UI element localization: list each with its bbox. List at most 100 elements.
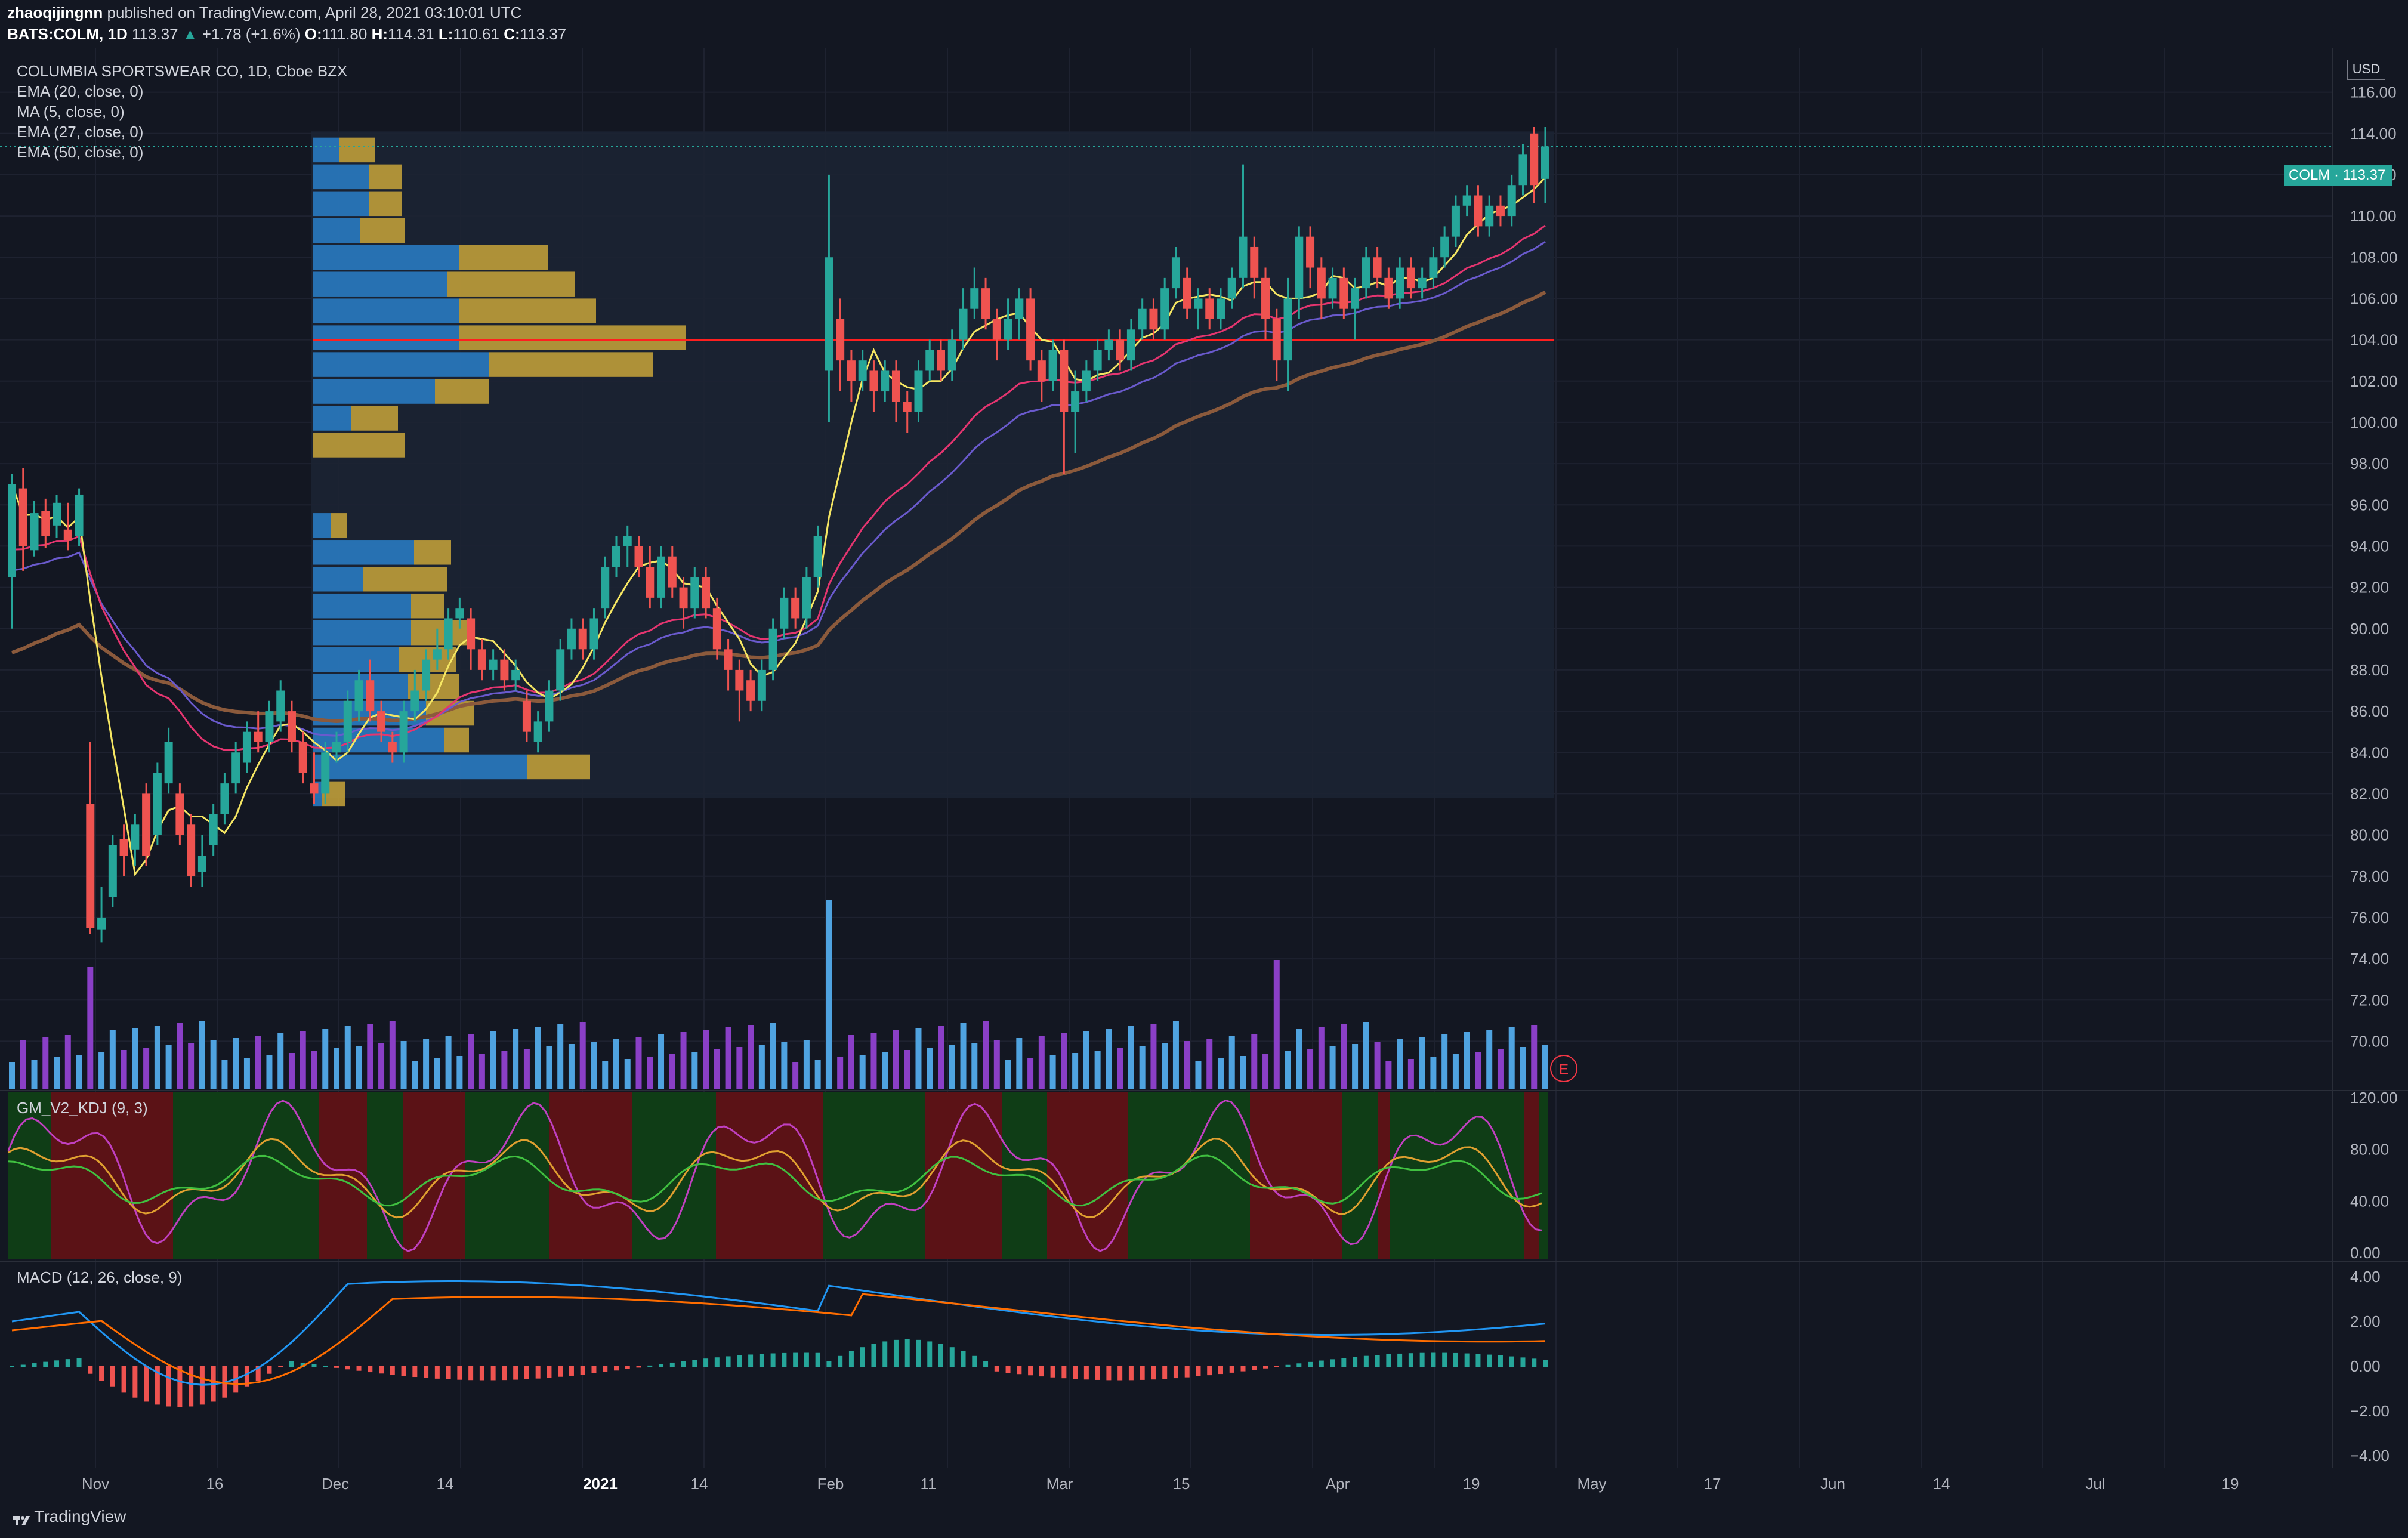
volume-bar: [602, 1061, 609, 1089]
volume-bar: [1486, 1030, 1493, 1089]
candle-body: [97, 917, 106, 930]
price-axis-label: 106.00: [2350, 289, 2398, 307]
macd-bar: [904, 1339, 910, 1367]
volume-bar: [1162, 1043, 1168, 1089]
price-axis-label: 104.00: [2350, 331, 2398, 349]
candle-body: [690, 577, 699, 609]
volume-bar: [9, 1062, 15, 1089]
volume-bar: [748, 1025, 754, 1089]
macd-axis-label: −4.00: [2350, 1447, 2390, 1465]
volume-profile-buy-bar: [313, 540, 414, 565]
macd-label[interactable]: MACD (12, 26, close, 9): [17, 1268, 182, 1287]
macd-bar: [972, 1355, 977, 1367]
candle-body: [63, 529, 72, 541]
legend-ema20[interactable]: EMA (20, close, 0): [17, 82, 143, 101]
legend-ma5[interactable]: MA (5, close, 0): [17, 103, 125, 121]
macd-bar: [535, 1366, 541, 1379]
candle-body: [1138, 308, 1147, 330]
macd-bar: [457, 1366, 462, 1380]
candle-body: [1104, 339, 1113, 350]
macd-bar: [1162, 1366, 1168, 1379]
currency-badge[interactable]: USD: [2347, 60, 2385, 80]
volume-bar: [367, 1024, 373, 1089]
chart-area[interactable]: 116.00 114.00 11 2.00 110.00 108.00 106.00 104.…: [0, 48, 2408, 1509]
macd-bar: [1353, 1357, 1358, 1367]
macd-bar: [1140, 1366, 1145, 1380]
macd-bar: [132, 1366, 138, 1398]
legend-title: COLUMBIA SPORTSWEAR CO, 1D, Cboe BZX: [17, 62, 348, 80]
macd-bar: [726, 1356, 731, 1367]
candle-body: [1239, 236, 1248, 278]
candle-body: [1037, 360, 1046, 381]
macd-bar: [1229, 1366, 1234, 1373]
candle-body: [332, 742, 341, 753]
candle-body: [589, 618, 598, 650]
volume-bar: [1083, 1031, 1089, 1089]
published-text: published on TradingView.com, April 28, …: [107, 4, 522, 21]
macd-bar: [88, 1366, 93, 1374]
volume-bar: [960, 1023, 967, 1089]
candle-body: [1283, 298, 1292, 361]
volume-bar: [1374, 1042, 1381, 1089]
earnings-marker-icon[interactable]: E: [1550, 1055, 1577, 1082]
kdj-axis-label: 80.00: [2350, 1141, 2389, 1159]
volume-bar: [803, 1040, 810, 1089]
volume-profile-buy-bar: [313, 352, 489, 377]
volume-bar: [949, 1045, 955, 1089]
candle-body: [1339, 277, 1348, 309]
macd-bar: [793, 1352, 798, 1367]
macd-bar: [1498, 1355, 1503, 1367]
candle-body: [1418, 277, 1427, 289]
kdj-axis-label: 120.00: [2350, 1089, 2398, 1107]
volume-profile-buy-bar: [313, 218, 360, 243]
candle-body: [366, 680, 375, 712]
price-axis-label: 92.00: [2350, 579, 2389, 597]
legend-ema27[interactable]: EMA (27, close, 0): [17, 123, 143, 141]
candle-body: [399, 711, 408, 753]
up-arrow-icon: ▲: [182, 25, 198, 43]
volume-profile-buy-bar: [313, 271, 447, 297]
candle-body: [1295, 236, 1304, 299]
volume-bar: [1217, 1058, 1224, 1089]
legend-ema50[interactable]: EMA (50, close, 0): [17, 143, 143, 162]
macd-bar: [10, 1366, 14, 1367]
candle-body: [970, 288, 979, 309]
volume-bar: [490, 1031, 496, 1089]
macd-bar: [99, 1366, 104, 1381]
candle-body: [1082, 370, 1091, 392]
volume-bar: [983, 1021, 989, 1089]
candle-body: [1351, 288, 1360, 309]
volume-bar: [635, 1037, 642, 1089]
candle-body: [601, 567, 610, 609]
volume-bar: [1352, 1044, 1359, 1089]
candle-body: [354, 680, 363, 712]
macd-bar: [681, 1361, 686, 1367]
macd-bar: [1532, 1358, 1537, 1367]
candle-body: [1205, 298, 1214, 319]
kdj-label[interactable]: GM_V2_KDJ (9, 3): [17, 1099, 148, 1117]
candle-body: [925, 350, 934, 371]
candle-body: [836, 319, 845, 361]
publisher-name[interactable]: zhaoqijingnn: [7, 4, 103, 21]
candle-body: [18, 488, 27, 546]
volume-bar: [344, 1026, 351, 1089]
macd-bar: [1442, 1352, 1447, 1367]
low-label: L:: [438, 25, 453, 43]
volume-bar: [993, 1040, 1000, 1089]
time-axis-label: 19: [2222, 1475, 2239, 1493]
kdj-sell-band: [1047, 1092, 1068, 1259]
volume-profile-buy-bar: [313, 593, 411, 619]
candle-body: [433, 649, 442, 660]
macd-bar: [311, 1364, 317, 1367]
volume-bar: [624, 1059, 631, 1089]
tradingview-logo[interactable]: TradingView: [13, 1507, 126, 1526]
candle-body: [623, 536, 632, 546]
price-chart-canvas[interactable]: 116.00 114.00 11 2.00 110.00 108.00 106.00 104.…: [0, 48, 2408, 1509]
candle-body: [1250, 246, 1259, 278]
candle-body: [1507, 185, 1516, 217]
candle-body: [220, 783, 229, 814]
close-value: 113.37: [520, 25, 567, 43]
macd-axis-label: 0.00: [2350, 1357, 2381, 1375]
macd-bar: [368, 1366, 373, 1373]
footer-brand: TradingView: [34, 1507, 126, 1525]
